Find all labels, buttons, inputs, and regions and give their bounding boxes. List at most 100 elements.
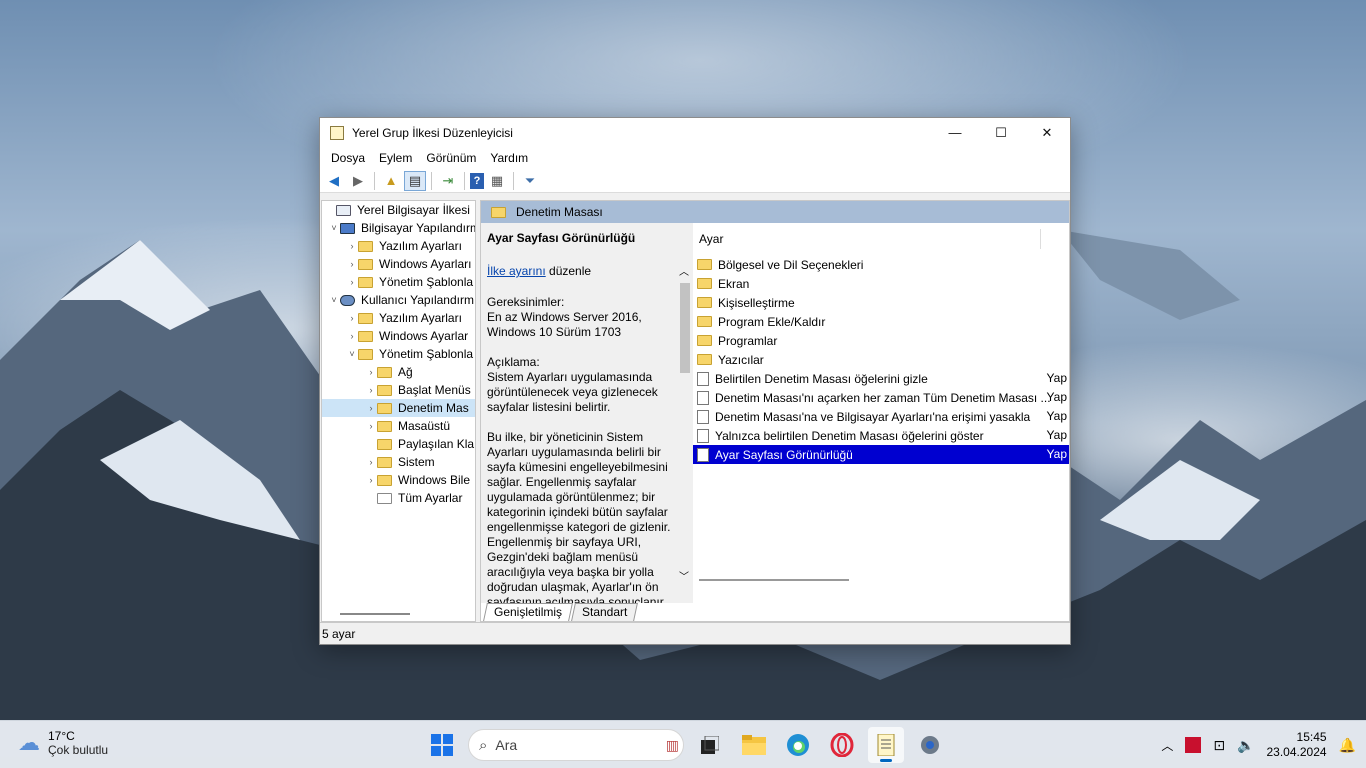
policy-row-selected[interactable]: Ayar Sayfası Görünürlüğü Yap — [693, 445, 1069, 464]
notification-bell-icon[interactable]: 🔔 — [1339, 737, 1356, 754]
menu-dosya[interactable]: Dosya — [324, 151, 372, 165]
tree-item[interactable]: › Başlat Menüs — [322, 381, 475, 399]
opera-browser-icon[interactable] — [824, 727, 860, 763]
file-explorer-icon[interactable] — [736, 727, 772, 763]
task-view-icon[interactable] — [692, 727, 728, 763]
list-item[interactable]: Bölgesel ve Dil Seçenekleri — [693, 255, 1069, 274]
scroll-up-arrow-icon[interactable]: ︿ — [679, 263, 689, 278]
tree-item[interactable]: ˅ Kullanıcı Yapılandırm — [322, 291, 475, 309]
policy-row[interactable]: Belirtilen Denetim Masası öğelerini gizl… — [693, 369, 1069, 388]
menu-yardim[interactable]: Yardım — [483, 151, 535, 165]
export-list-icon[interactable]: ⇥ — [437, 171, 459, 191]
help-icon[interactable]: ? — [470, 172, 484, 189]
column-header-ayar[interactable]: Ayar — [693, 223, 1069, 255]
folder-icon — [358, 330, 373, 342]
forward-arrow-icon[interactable]: ▶ — [347, 171, 369, 191]
tree-item[interactable]: › Windows Ayarlar — [322, 327, 475, 345]
policy-row[interactable]: Yalnızca belirtilen Denetim Masası öğele… — [693, 426, 1069, 445]
tree-expander[interactable]: › — [365, 403, 377, 413]
taskbar-search[interactable]: ⌕ Ara ▥ — [468, 729, 684, 761]
folder-icon — [358, 348, 373, 360]
tree-item[interactable]: › Windows Bile — [322, 471, 475, 489]
tree-horizontal-scrollbar[interactable] — [322, 607, 475, 621]
folder-icon — [377, 456, 392, 468]
scroll-thumb[interactable] — [680, 283, 690, 373]
up-folder-icon[interactable]: ▲ — [380, 171, 402, 191]
tree-item[interactable]: › Ağ — [322, 363, 475, 381]
policy-row[interactable]: Denetim Masası'na ve Bilgisayar Ayarları… — [693, 407, 1069, 426]
settings-gear-icon[interactable] — [912, 727, 948, 763]
tree-item[interactable]: › Yazılım Ayarları — [322, 309, 475, 327]
tab-extended[interactable]: Genişletilmiş — [483, 603, 573, 621]
list-item[interactable]: Kişiselleştirme — [693, 293, 1069, 312]
amd-software-icon[interactable] — [1185, 737, 1202, 753]
tree-label: Başlat Menüs — [398, 383, 471, 397]
tree-item[interactable]: Paylaşılan Kla — [322, 435, 475, 453]
tree-item[interactable]: › Masaüstü — [322, 417, 475, 435]
cloud-sun-icon: ☁ — [18, 730, 40, 755]
user-config-icon — [340, 294, 355, 306]
show-hide-tree-icon[interactable]: ▤ — [404, 170, 426, 191]
description-scrollbar[interactable]: ︿ ﹀ — [677, 223, 693, 585]
tree-expander[interactable]: ˅ — [328, 295, 340, 305]
tree-item[interactable]: › Sistem — [322, 453, 475, 471]
list-item[interactable]: Programlar — [693, 331, 1069, 350]
list-item[interactable]: Program Ekle/Kaldır — [693, 312, 1069, 331]
tree-label: Denetim Mas — [398, 401, 469, 415]
description-text-2: Bu ilke, bir yöneticinin Sistem Ayarları… — [487, 430, 671, 603]
policy-state: Yap — [1046, 409, 1067, 423]
network-icon[interactable]: ⊡ — [1213, 737, 1225, 754]
tree-item[interactable]: ˅ Bilgisayar Yapılandırm — [322, 219, 475, 237]
volume-icon[interactable]: 🔈 — [1237, 737, 1254, 754]
tree-item[interactable]: › Yazılım Ayarları — [322, 237, 475, 255]
tree-expander[interactable]: › — [346, 277, 358, 287]
weather-widget[interactable]: ☁ 17°C Çok bulutlu — [18, 729, 108, 757]
gpedit-app-icon — [330, 125, 344, 140]
tree-expander[interactable]: › — [346, 331, 358, 341]
policy-state: Yap — [1046, 390, 1067, 404]
edge-browser-icon[interactable] — [780, 727, 816, 763]
edit-policy-link[interactable]: İlke ayarını — [487, 264, 546, 278]
tree-item[interactable]: › Yönetim Şablonla — [322, 273, 475, 291]
maximize-button[interactable]: ☐ — [978, 118, 1024, 147]
chevron-up-icon[interactable]: ︿ — [1161, 737, 1173, 754]
tree-item[interactable]: ˅ Yönetim Şablonla — [322, 345, 475, 363]
tree-expander[interactable]: › — [365, 475, 377, 485]
tree-expander[interactable]: › — [346, 241, 358, 251]
tree-expander[interactable]: › — [365, 367, 377, 377]
tree-item[interactable]: › Windows Ayarları — [322, 255, 475, 273]
tree-item[interactable]: Tüm Ayarlar — [322, 489, 475, 507]
gpedit-taskbar-icon[interactable] — [868, 727, 904, 763]
clock[interactable]: 15:45 23.04.2024 — [1267, 730, 1327, 760]
description-text: Sistem Ayarları uygulamasında görüntülen… — [487, 370, 658, 414]
close-button[interactable]: ✕ — [1024, 118, 1070, 147]
tree-expander[interactable]: › — [346, 313, 358, 323]
list-item-label: Programlar — [718, 333, 778, 348]
menu-eylem[interactable]: Eylem — [372, 151, 419, 165]
properties-icon[interactable]: ▦ — [486, 171, 508, 191]
tab-standard[interactable]: Standart — [571, 603, 639, 621]
tree-expander[interactable]: ˅ — [346, 349, 358, 359]
filter-icon[interactable]: ⏷ — [519, 171, 541, 191]
menu-gorunum[interactable]: Görünüm — [419, 151, 483, 165]
list-horizontal-scrollbar[interactable] — [699, 579, 849, 581]
tree-expander[interactable]: › — [365, 385, 377, 395]
minimize-button[interactable]: — — [932, 118, 978, 147]
tree-expander[interactable]: › — [365, 457, 377, 467]
folder-icon — [358, 240, 373, 252]
tree-expander[interactable]: ˅ — [328, 223, 340, 233]
tree-expander[interactable]: › — [346, 259, 358, 269]
start-windows-icon[interactable] — [424, 727, 460, 763]
tree-expander[interactable]: › — [365, 421, 377, 431]
tree-item-selected[interactable]: › Denetim Mas — [322, 399, 475, 417]
details-header: Denetim Masası — [481, 201, 1069, 223]
tree-item[interactable]: Yerel Bilgisayar İlkesi — [322, 201, 475, 219]
title-bar[interactable]: Yerel Grup İlkesi Düzenleyicisi — ☐ ✕ — [320, 118, 1070, 147]
back-arrow-icon[interactable]: ◀ — [323, 171, 345, 191]
policy-row[interactable]: Denetim Masası'nı açarken her zaman Tüm … — [693, 388, 1069, 407]
list-item[interactable]: Ekran — [693, 274, 1069, 293]
policy-setting-icon — [697, 409, 709, 424]
folder-icon — [358, 312, 373, 324]
list-item[interactable]: Yazıcılar — [693, 350, 1069, 369]
scroll-down-arrow-icon[interactable]: ﹀ — [679, 568, 689, 583]
